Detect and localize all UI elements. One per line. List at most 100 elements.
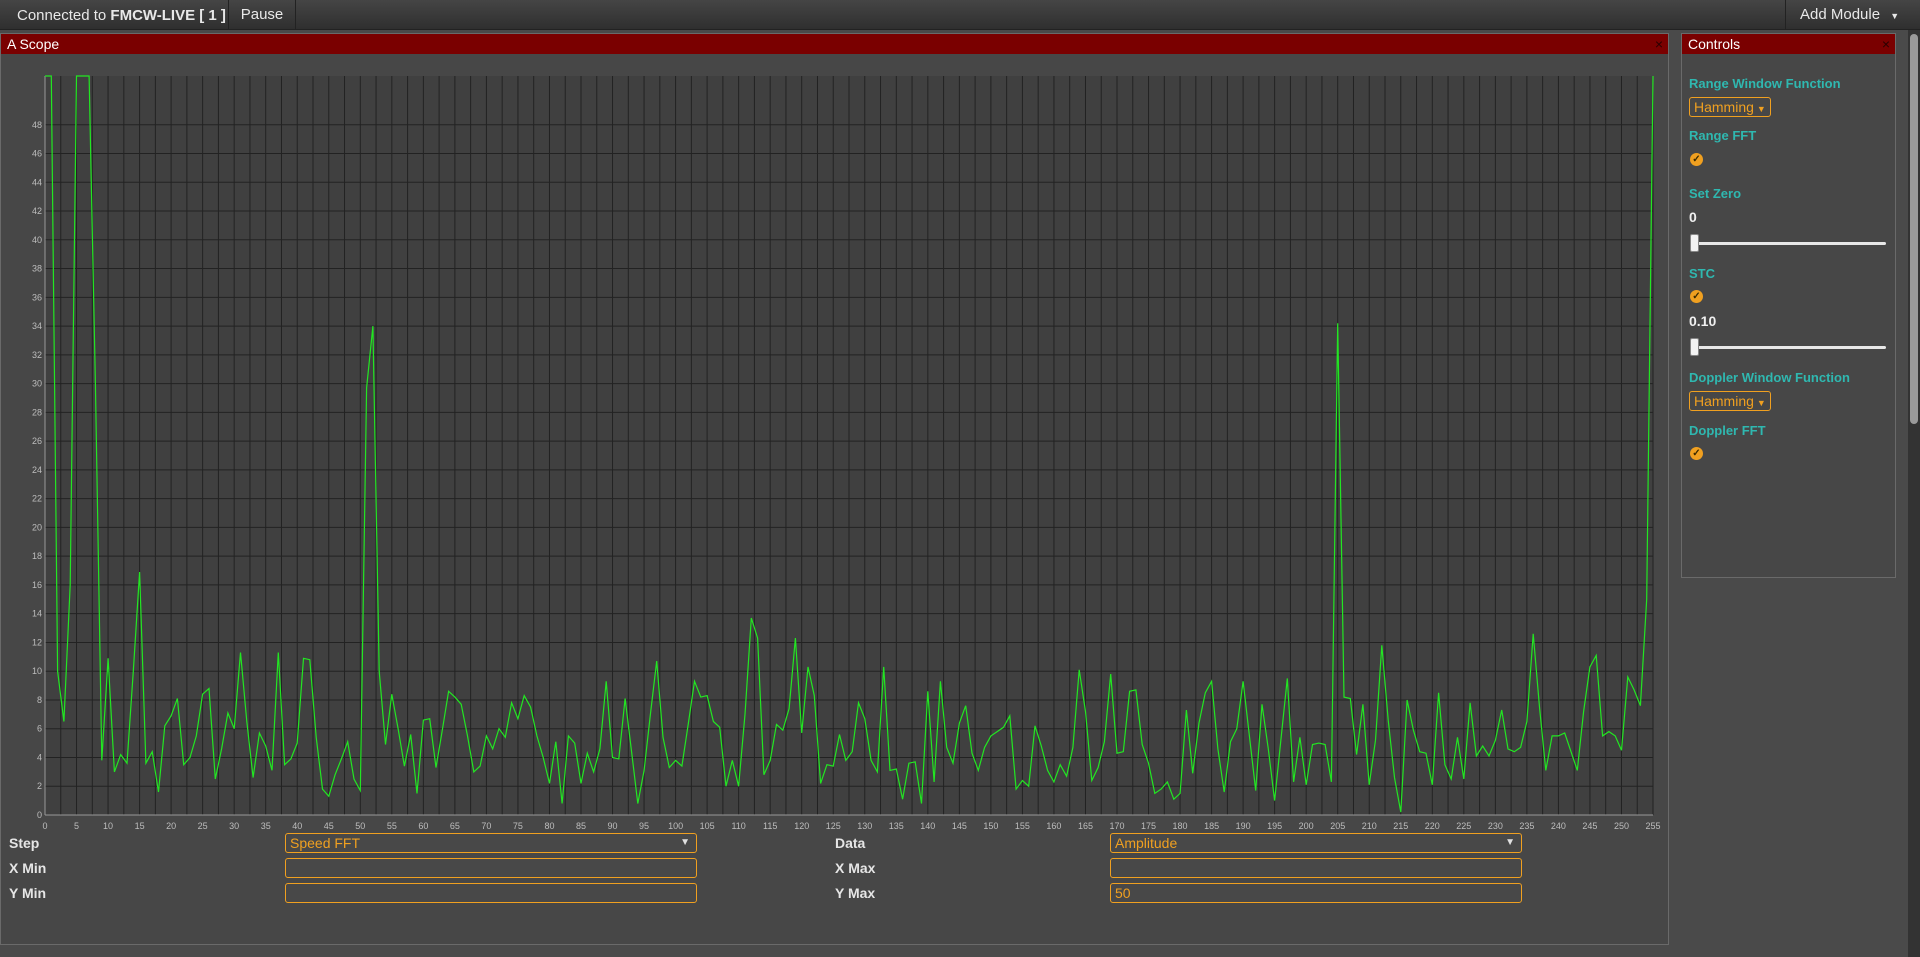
y-tick-label: 18 [32,551,42,561]
y-tick-label: 44 [32,177,42,187]
y-tick-label: 38 [32,264,42,274]
controls-header: Controls × [1682,34,1895,54]
controls-panel: Controls × Range Window Function Hamming… [1681,33,1896,578]
caret-down-icon: ▼ [1756,398,1766,408]
close-icon[interactable]: × [1882,34,1890,54]
x-tick-label: 210 [1362,821,1377,831]
x-tick-label: 120 [794,821,809,831]
xmin-label: X Min [9,860,47,876]
range-window-select[interactable]: Hamming ▼ [1689,97,1771,117]
caret-down-icon: ▼ [1890,11,1900,21]
slider-handle[interactable] [1690,338,1699,356]
x-tick-label: 125 [826,821,841,831]
x-tick-label: 175 [1141,821,1156,831]
caret-down-icon: ▼ [680,837,690,848]
y-tick-label: 28 [32,407,42,417]
x-tick-label: 135 [889,821,904,831]
y-tick-label: 10 [32,666,42,676]
x-tick-label: 90 [608,821,618,831]
y-tick-label: 26 [32,436,42,446]
x-tick-label: 85 [576,821,586,831]
set-zero-slider[interactable] [1690,234,1886,252]
y-tick-label: 20 [32,522,42,532]
x-tick-label: 55 [387,821,397,831]
x-tick-label: 10 [103,821,113,831]
x-tick-label: 25 [198,821,208,831]
x-tick-label: 205 [1330,821,1345,831]
step-select-value: Speed FFT [290,835,361,851]
range-window-value: Hamming [1694,99,1754,115]
step-select[interactable]: Speed FFT ▼ [285,833,697,853]
data-select[interactable]: Amplitude ▼ [1110,833,1522,853]
ymax-input[interactable]: 50 [1110,883,1522,903]
doppler-window-label: Doppler Window Function [1689,370,1850,385]
x-tick-label: 50 [355,821,365,831]
x-tick-label: 245 [1582,821,1597,831]
x-tick-label: 70 [481,821,491,831]
y-tick-label: 6 [37,724,42,734]
x-tick-label: 15 [135,821,145,831]
pause-button[interactable]: Pause [228,0,296,30]
slider-handle[interactable] [1690,234,1699,252]
doppler-fft-checkbox[interactable]: ✓ [1690,447,1703,460]
x-tick-label: 40 [292,821,302,831]
range-fft-checkbox[interactable]: ✓ [1690,153,1703,166]
x-tick-label: 35 [261,821,271,831]
x-tick-label: 60 [418,821,428,831]
y-tick-label: 34 [32,321,42,331]
x-tick-label: 195 [1267,821,1282,831]
y-tick-label: 16 [32,580,42,590]
data-select-value: Amplitude [1115,835,1178,851]
panel-title: A Scope [7,36,60,52]
x-tick-label: 110 [731,821,745,831]
a-scope-chart: 0246810121416182022242628303234363840424… [32,75,1661,831]
stc-value: 0.10 [1689,313,1717,329]
xmax-label: X Max [835,860,876,876]
x-tick-label: 235 [1519,821,1534,831]
y-tick-label: 36 [32,292,42,302]
doppler-window-select[interactable]: Hamming ▼ [1689,391,1771,411]
y-tick-label: 12 [32,637,42,647]
data-label: Data [835,835,866,851]
close-icon[interactable]: × [1655,34,1663,54]
a-scope-panel: A Scope × 0 2 4 6 8 10 12 14 16 18 20 22 24 26 28 30 32 3… [0,33,1669,945]
x-tick-label: 170 [1109,821,1124,831]
ymin-label: Y Min [9,885,47,901]
add-module-dropdown[interactable]: Add Module ▼ [1785,0,1920,30]
connection-status: Connected to FMCW-LIVE [ 1 ] [17,7,226,24]
y-tick-label: 42 [32,206,42,216]
page-scrollbar[interactable] [1908,30,1920,957]
x-tick-label: 150 [983,821,998,831]
scrollbar-thumb[interactable] [1910,34,1918,424]
x-tick-label: 80 [544,821,554,831]
x-tick-label: 250 [1614,821,1629,831]
ymin-input[interactable] [285,883,697,903]
x-tick-label: 230 [1488,821,1503,831]
y-tick-label: 32 [32,350,42,360]
x-tick-label: 240 [1551,821,1566,831]
x-tick-label: 45 [324,821,334,831]
x-tick-label: 5 [74,821,79,831]
x-tick-label: 155 [1015,821,1030,831]
x-tick-label: 225 [1456,821,1471,831]
y-tick-label: 14 [32,609,42,619]
xmax-input[interactable] [1110,858,1522,878]
set-zero-label: Set Zero [1689,186,1742,201]
stc-slider[interactable] [1690,338,1886,356]
x-tick-label: 185 [1204,821,1219,831]
x-tick-label: 65 [450,821,460,831]
y-tick-label: 24 [32,465,42,475]
add-module-label: Add Module [1800,6,1881,23]
y-tick-label: 0 [37,810,42,820]
xmin-input[interactable] [285,858,697,878]
connection-prefix: Connected to [17,7,107,24]
stc-checkbox[interactable]: ✓ [1690,290,1703,303]
x-tick-label: 220 [1425,821,1440,831]
panel-title: Controls [1688,36,1741,52]
x-tick-label: 0 [42,821,47,831]
step-label: Step [9,835,40,851]
x-tick-label: 160 [1046,821,1061,831]
x-tick-label: 190 [1236,821,1251,831]
x-tick-label: 75 [513,821,523,831]
range-fft-label: Range FFT [1689,128,1757,143]
